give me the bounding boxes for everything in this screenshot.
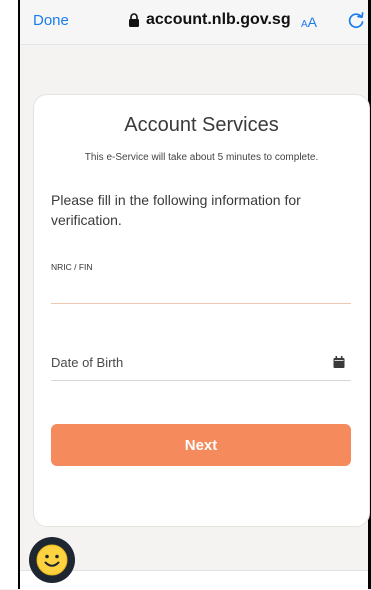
page-subtitle: This e-Service will take about 5 minutes…: [84, 152, 319, 163]
browser-bottom-bar: [20, 570, 368, 590]
next-button[interactable]: Next: [51, 424, 351, 466]
url-text: account.nlb.gov.sg: [146, 11, 291, 28]
lock-icon: [129, 13, 139, 27]
nric-input[interactable]: [51, 273, 351, 304]
done-button[interactable]: Done: [33, 12, 69, 29]
smiley-chat-icon: [36, 544, 68, 576]
address-bar[interactable]: account.nlb.gov.sg: [128, 11, 291, 29]
account-services-card: Account Services This e-Service will tak…: [33, 94, 370, 527]
dob-input[interactable]: [51, 350, 311, 374]
calendar-icon[interactable]: [333, 356, 345, 368]
device-frame-left: [0, 0, 20, 589]
page-title: Account Services: [124, 114, 279, 136]
browser-toolbar: Done account.nlb.gov.sg AA: [20, 0, 368, 45]
reload-icon[interactable]: [346, 10, 366, 30]
text-size-button[interactable]: AA: [301, 14, 317, 30]
dob-field[interactable]: [51, 350, 351, 381]
nric-label: NRIC / FIN: [51, 262, 93, 272]
chat-widget-button[interactable]: [29, 537, 75, 583]
instructions-text: Please fill in the following information…: [51, 192, 301, 228]
